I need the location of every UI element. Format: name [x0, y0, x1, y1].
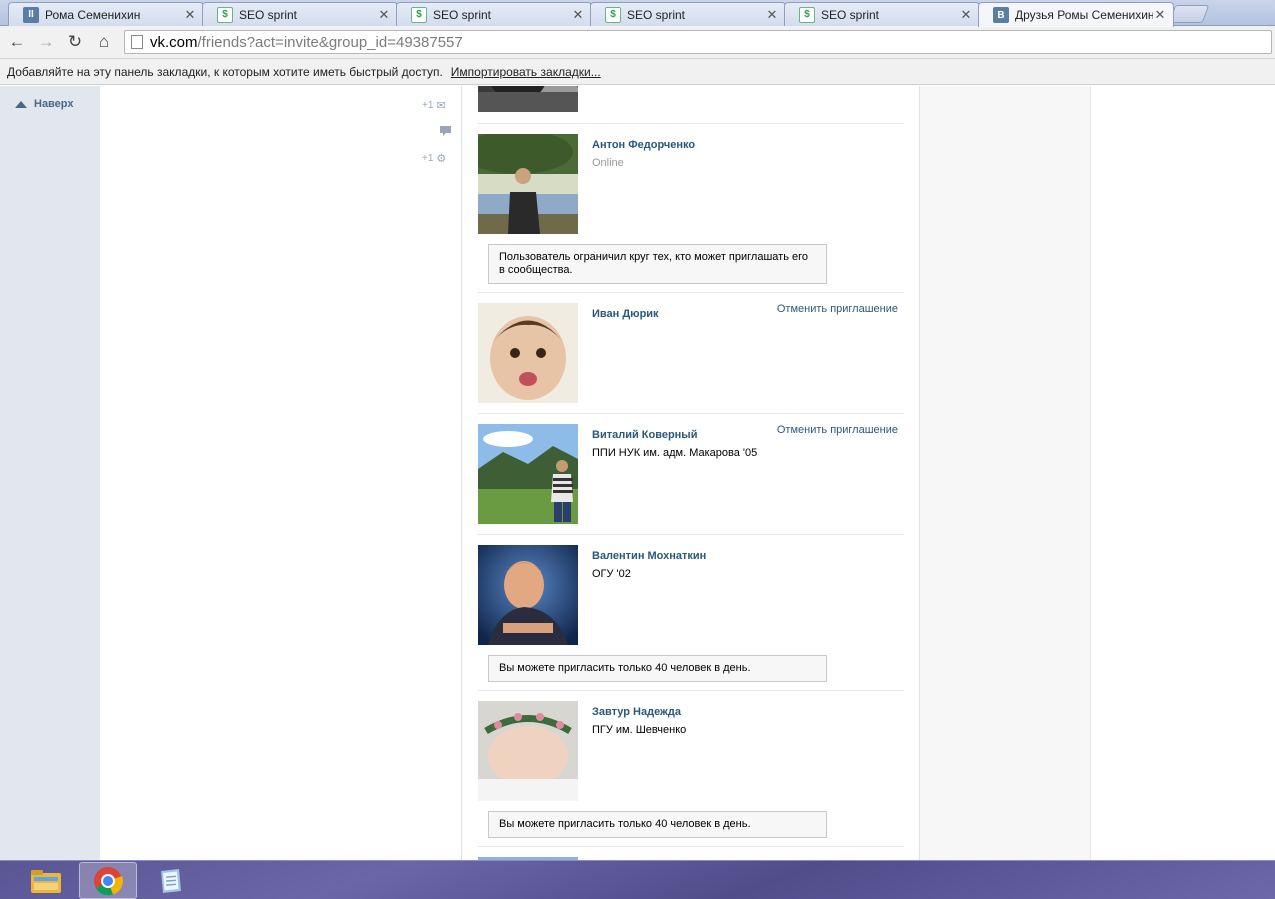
- friend-education: ПГУ им. Шевченко: [592, 724, 687, 736]
- page-icon: [131, 35, 143, 49]
- friend-row: Завтур Надежда ПГУ им. Шевченко Вы может…: [478, 691, 904, 847]
- bookmarks-hint: Добавляйте на эту панель закладки, к кот…: [7, 64, 443, 79]
- friend-row: [478, 86, 904, 124]
- left-sidebar: Наверх: [0, 86, 100, 860]
- friend-row: Антон Федорченко Online Пользователь огр…: [478, 124, 904, 293]
- friends-invite-list: Антон Федорченко Online Пользователь огр…: [461, 86, 920, 860]
- seo-sprint-icon: $: [217, 6, 233, 23]
- invite-limit-notice: Вы можете пригласить только 40 человек в…: [488, 811, 827, 838]
- home-icon[interactable]: ⌂: [92, 31, 116, 53]
- notepad-button[interactable]: [141, 862, 199, 899]
- vk-icon: B: [993, 7, 1009, 23]
- new-tab-button[interactable]: [1168, 5, 1210, 23]
- arrow-up-icon: [15, 100, 27, 108]
- vk-pause-icon: II: [23, 6, 39, 23]
- messages-counter[interactable]: +1 ✉: [422, 99, 446, 112]
- bookmarks-bar: Добавляйте на эту панель закладки, к кот…: [0, 59, 1275, 85]
- close-tab-icon[interactable]: ✕: [571, 7, 585, 23]
- close-tab-icon[interactable]: ✕: [765, 7, 779, 23]
- seo-sprint-icon: $: [605, 6, 621, 23]
- friend-row: Виталий Коверный ППИ НУК им. адм. Макаро…: [478, 414, 904, 535]
- friend-row: Иван Дюрик Отменить приглашение: [478, 293, 904, 414]
- cancel-invite-link[interactable]: Отменить приглашение: [777, 303, 898, 315]
- chrome-icon: [94, 866, 123, 895]
- comments-button[interactable]: [440, 126, 451, 136]
- browser-tab[interactable]: II Рома Семенихин ✕: [8, 2, 204, 26]
- notifications-counter[interactable]: +1 ⚙: [422, 152, 446, 165]
- tab-title: Рома Семенихин: [45, 7, 141, 22]
- close-tab-icon[interactable]: ✕: [959, 7, 973, 23]
- invite-notice: Пользователь ограничил круг тех, кто мож…: [488, 244, 827, 284]
- close-tab-icon[interactable]: ✕: [1153, 7, 1167, 23]
- friend-name-link[interactable]: Виталий Коверный: [592, 429, 697, 441]
- gear-icon: ⚙: [436, 153, 447, 165]
- friend-name-link[interactable]: Валентин Мохнаткин: [592, 550, 706, 562]
- notepad-icon: [161, 868, 181, 893]
- url-host: vk.com: [150, 33, 198, 51]
- friend-row: Валентин Мохнаткин ОГУ '02 Вы можете при…: [478, 535, 904, 691]
- invite-limit-notice: Вы можете пригласить только 40 человек в…: [488, 655, 827, 682]
- tab-title: SEO sprint: [627, 7, 686, 22]
- tab-title: Друзья Ромы Семенихина: [1015, 8, 1153, 22]
- friend-education: ППИ НУК им. адм. Макарова '05: [592, 447, 758, 459]
- tab-title: SEO sprint: [821, 7, 880, 22]
- page-viewport: Наверх +1 ✉ +1 ⚙ Антон Федорченко Online…: [0, 86, 1275, 860]
- reload-icon[interactable]: ↻: [63, 31, 87, 53]
- chrome-button[interactable]: [79, 862, 137, 899]
- windows-taskbar: [0, 860, 1275, 899]
- online-status: Online: [592, 157, 624, 169]
- right-side-panel: [920, 86, 1091, 860]
- friend-avatar[interactable]: [478, 424, 578, 524]
- seo-sprint-icon: $: [799, 6, 815, 23]
- to-top-button[interactable]: Наверх: [15, 98, 74, 110]
- import-bookmarks-link[interactable]: Импортировать закладки...: [451, 65, 601, 79]
- browser-tab[interactable]: $ SEO sprint ✕: [784, 2, 980, 26]
- browser-tab[interactable]: $ SEO sprint ✕: [202, 2, 398, 26]
- friend-avatar[interactable]: [478, 701, 578, 801]
- notifications-count: +1: [422, 153, 434, 164]
- url-path: /friends?act=invite&group_id=49387557: [197, 33, 463, 51]
- friend-avatar[interactable]: [478, 545, 578, 645]
- comment-icon: [440, 126, 451, 136]
- seo-sprint-icon: $: [411, 6, 427, 23]
- cancel-invite-link[interactable]: Отменить приглашение: [777, 424, 898, 436]
- back-icon[interactable]: ←: [5, 31, 29, 53]
- mail-icon: ✉: [436, 100, 446, 112]
- friend-avatar[interactable]: [478, 134, 578, 234]
- tab-title: SEO sprint: [433, 7, 492, 22]
- browser-tab[interactable]: $ SEO sprint ✕: [590, 2, 786, 26]
- browser-toolbar: ← → ↻ ⌂ vk.com/friends?act=invite&group_…: [0, 26, 1275, 59]
- close-tab-icon[interactable]: ✕: [377, 7, 391, 23]
- file-explorer-button[interactable]: [17, 862, 75, 899]
- to-top-label: Наверх: [34, 98, 74, 110]
- tab-title: SEO sprint: [239, 7, 298, 22]
- friend-row: [478, 847, 904, 860]
- friend-avatar[interactable]: [478, 86, 578, 112]
- friend-name-link[interactable]: Иван Дюрик: [592, 308, 659, 320]
- address-bar[interactable]: vk.com/friends?act=invite&group_id=49387…: [124, 30, 1272, 54]
- file-explorer-icon: [31, 869, 61, 893]
- friend-name-link[interactable]: Антон Федорченко: [592, 139, 695, 151]
- messages-count: +1: [422, 100, 434, 111]
- forward-icon[interactable]: →: [34, 31, 58, 53]
- browser-tab-strip: II Рома Семенихин ✕ $ SEO sprint ✕ $ SEO…: [0, 0, 1275, 27]
- browser-tab-active[interactable]: B Друзья Ромы Семенихина ✕: [978, 2, 1174, 27]
- browser-tab[interactable]: $ SEO sprint ✕: [396, 2, 592, 26]
- friend-name-link[interactable]: Завтур Надежда: [592, 706, 681, 718]
- friend-avatar[interactable]: [478, 303, 578, 403]
- close-tab-icon[interactable]: ✕: [183, 7, 197, 23]
- friend-education: ОГУ '02: [592, 568, 631, 580]
